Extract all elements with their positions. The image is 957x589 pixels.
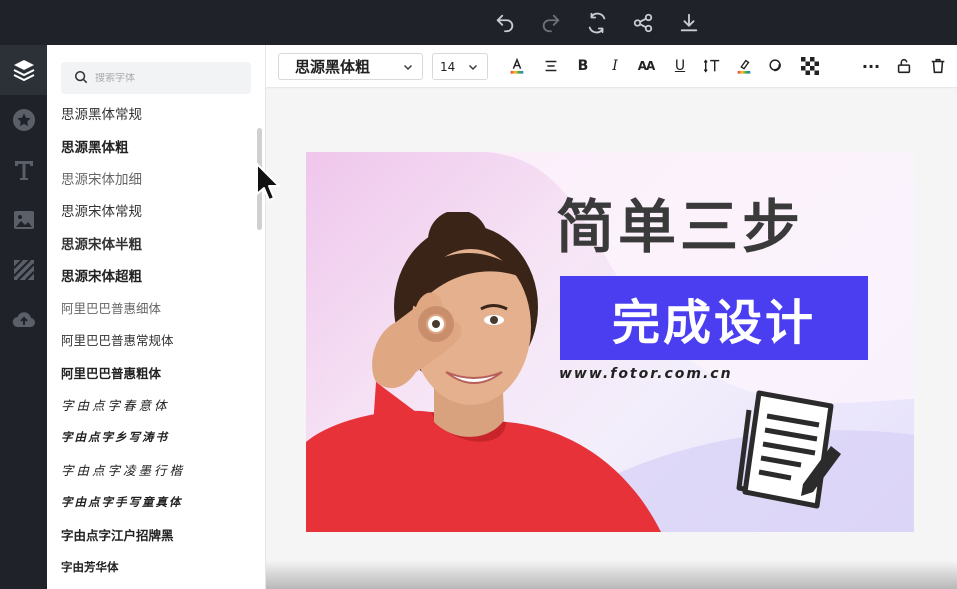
top-bar bbox=[0, 0, 957, 45]
letter-spacing-icon[interactable]: AA bbox=[635, 55, 657, 77]
font-family-select[interactable]: 思源黑体粗 bbox=[278, 53, 423, 80]
font-item[interactable]: 字由芳华体 bbox=[61, 550, 251, 582]
lock-icon[interactable] bbox=[893, 55, 915, 77]
star-icon[interactable] bbox=[0, 95, 47, 145]
italic-icon[interactable]: I bbox=[604, 55, 626, 77]
bottom-shadow bbox=[266, 560, 957, 589]
image-icon[interactable] bbox=[0, 195, 47, 245]
font-list: 思源黑体常规 思源黑体粗 思源宋体加细 思源宋体常规 思源宋体半粗 思源宋体超粗… bbox=[61, 97, 251, 583]
font-color-icon[interactable] bbox=[506, 55, 528, 77]
redo-icon[interactable] bbox=[536, 9, 566, 37]
highlight-icon[interactable] bbox=[733, 55, 755, 77]
font-item[interactable]: 字由点字春意体 bbox=[61, 389, 251, 421]
transparency-icon[interactable] bbox=[799, 55, 821, 77]
left-rail bbox=[0, 45, 47, 589]
align-icon[interactable] bbox=[540, 55, 562, 77]
mouse-cursor-icon bbox=[256, 163, 280, 201]
subheadline-text: 完成设计 bbox=[611, 295, 816, 351]
font-item[interactable]: 字由点字乡写涛书 bbox=[61, 421, 251, 453]
more-icon[interactable]: ··· bbox=[860, 55, 882, 77]
upload-icon[interactable] bbox=[0, 295, 47, 345]
text-toolbar: 思源黑体粗 14 B I AA U ··· bbox=[266, 45, 957, 88]
font-item[interactable]: 思源宋体加细 bbox=[61, 162, 251, 194]
pattern-icon[interactable] bbox=[0, 245, 47, 295]
search-icon bbox=[74, 69, 88, 88]
font-item[interactable]: 字由点字手写童真体 bbox=[61, 486, 251, 518]
font-item[interactable]: 阿里巴巴普惠细体 bbox=[61, 291, 251, 323]
font-item[interactable]: 思源宋体常规 bbox=[61, 194, 251, 226]
headline-text[interactable]: 简单三步 bbox=[556, 180, 804, 264]
undo-icon[interactable] bbox=[490, 9, 520, 37]
chevron-down-icon bbox=[404, 65, 412, 70]
font-item[interactable]: 字由点字江户招牌黑 bbox=[61, 518, 251, 550]
font-search-input[interactable] bbox=[95, 72, 245, 84]
font-item[interactable]: 阿里巴巴普惠常规体 bbox=[61, 324, 251, 356]
text-icon[interactable] bbox=[0, 145, 47, 195]
download-icon[interactable] bbox=[674, 9, 704, 37]
font-size-value: 14 bbox=[440, 59, 456, 74]
chevron-down-icon bbox=[469, 65, 477, 70]
line-height-icon[interactable] bbox=[701, 55, 723, 77]
share-icon[interactable] bbox=[628, 9, 658, 37]
workspace: 思源黑体粗 14 B I AA U ··· 简单三步 完成设计 www.foto… bbox=[266, 45, 957, 589]
document-pencil-icon bbox=[736, 390, 841, 509]
refresh-icon[interactable] bbox=[582, 9, 612, 37]
delete-icon[interactable] bbox=[927, 55, 949, 77]
design-banner[interactable]: 简单三步 完成设计 www.fotor.com.cn bbox=[306, 152, 914, 532]
font-item[interactable]: 思源黑体常规 bbox=[61, 97, 251, 129]
font-search-box[interactable] bbox=[61, 62, 251, 94]
font-item[interactable]: 思源宋体超粗 bbox=[61, 259, 251, 291]
font-item[interactable]: 思源宋体半粗 bbox=[61, 227, 251, 259]
font-item[interactable]: 阿里巴巴普惠粗体 bbox=[61, 356, 251, 388]
font-family-value: 思源黑体粗 bbox=[295, 58, 371, 76]
font-item[interactable]: 字由点字凌墨行楷 bbox=[61, 453, 251, 485]
font-item[interactable]: 思源黑体粗 bbox=[61, 129, 251, 161]
subheadline-box[interactable]: 完成设计 bbox=[560, 276, 868, 360]
effects-icon[interactable] bbox=[765, 55, 787, 77]
website-url-text[interactable]: www.fotor.com.cn bbox=[559, 366, 733, 382]
history-actions bbox=[490, 9, 704, 37]
layers-icon[interactable] bbox=[0, 45, 47, 95]
font-panel: 思源黑体常规 思源黑体粗 思源宋体加细 思源宋体常规 思源宋体半粗 思源宋体超粗… bbox=[47, 45, 266, 589]
bold-icon[interactable]: B bbox=[572, 55, 594, 77]
underline-icon[interactable]: U bbox=[669, 55, 691, 77]
font-size-select[interactable]: 14 bbox=[432, 53, 488, 80]
canvas-area[interactable]: 简单三步 完成设计 www.fotor.com.cn bbox=[266, 89, 957, 589]
